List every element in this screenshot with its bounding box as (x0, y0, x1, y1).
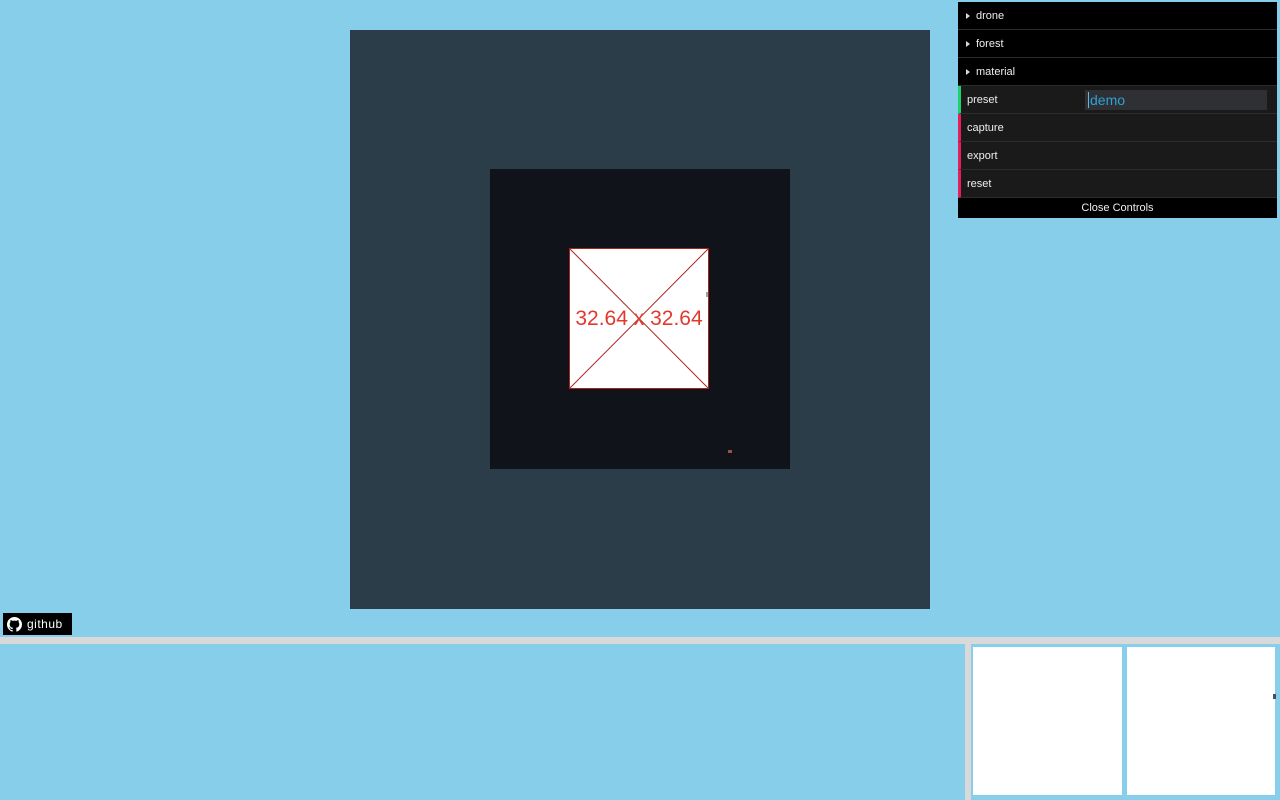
folder-label: drone (976, 9, 1005, 22)
chevron-right-icon (966, 68, 970, 75)
scene-object-dot (728, 450, 732, 453)
render-viewport[interactable]: 32.64 x 32.64 (350, 30, 930, 609)
folder-drone[interactable]: drone (958, 2, 1277, 30)
texture-size-label: 32.64 x 32.64 (575, 306, 703, 330)
render-target-area: 32.64 x 32.64 (490, 169, 790, 469)
folder-label: forest (976, 37, 1004, 50)
capture-label: capture (967, 121, 1004, 134)
preset-label: preset (967, 93, 998, 106)
preset-input-box (1085, 89, 1267, 110)
preset-control-row: preset (958, 86, 1277, 114)
github-octocat-icon (7, 616, 22, 632)
reset-button[interactable]: reset (958, 170, 1277, 198)
bottom-canvas-panel (0, 644, 958, 800)
texture-thumbnail-2 (1127, 647, 1275, 795)
export-button[interactable]: export (958, 142, 1277, 170)
text-caret (1088, 91, 1089, 108)
thumbnail-artifact (1273, 694, 1276, 699)
preset-input[interactable] (1085, 89, 1267, 110)
render-artifact (706, 292, 708, 297)
chevron-right-icon (966, 40, 970, 47)
folder-forest[interactable]: forest (958, 30, 1277, 58)
export-label: export (967, 149, 998, 162)
close-controls-button[interactable]: Close Controls (958, 198, 1277, 218)
github-link[interactable]: github (3, 613, 72, 635)
texture-placeholder: 32.64 x 32.64 (569, 248, 709, 389)
texture-thumbnail-1 (973, 647, 1122, 795)
chevron-right-icon (966, 12, 970, 19)
folder-material[interactable]: material (958, 58, 1277, 86)
folder-label: material (976, 65, 1016, 78)
reset-label: reset (967, 177, 992, 190)
github-label: github (27, 617, 63, 631)
controls-panel: drone forest material preset capture exp… (958, 2, 1277, 218)
horizontal-divider (0, 637, 1280, 644)
vertical-divider (965, 644, 971, 800)
capture-button[interactable]: capture (958, 114, 1277, 142)
